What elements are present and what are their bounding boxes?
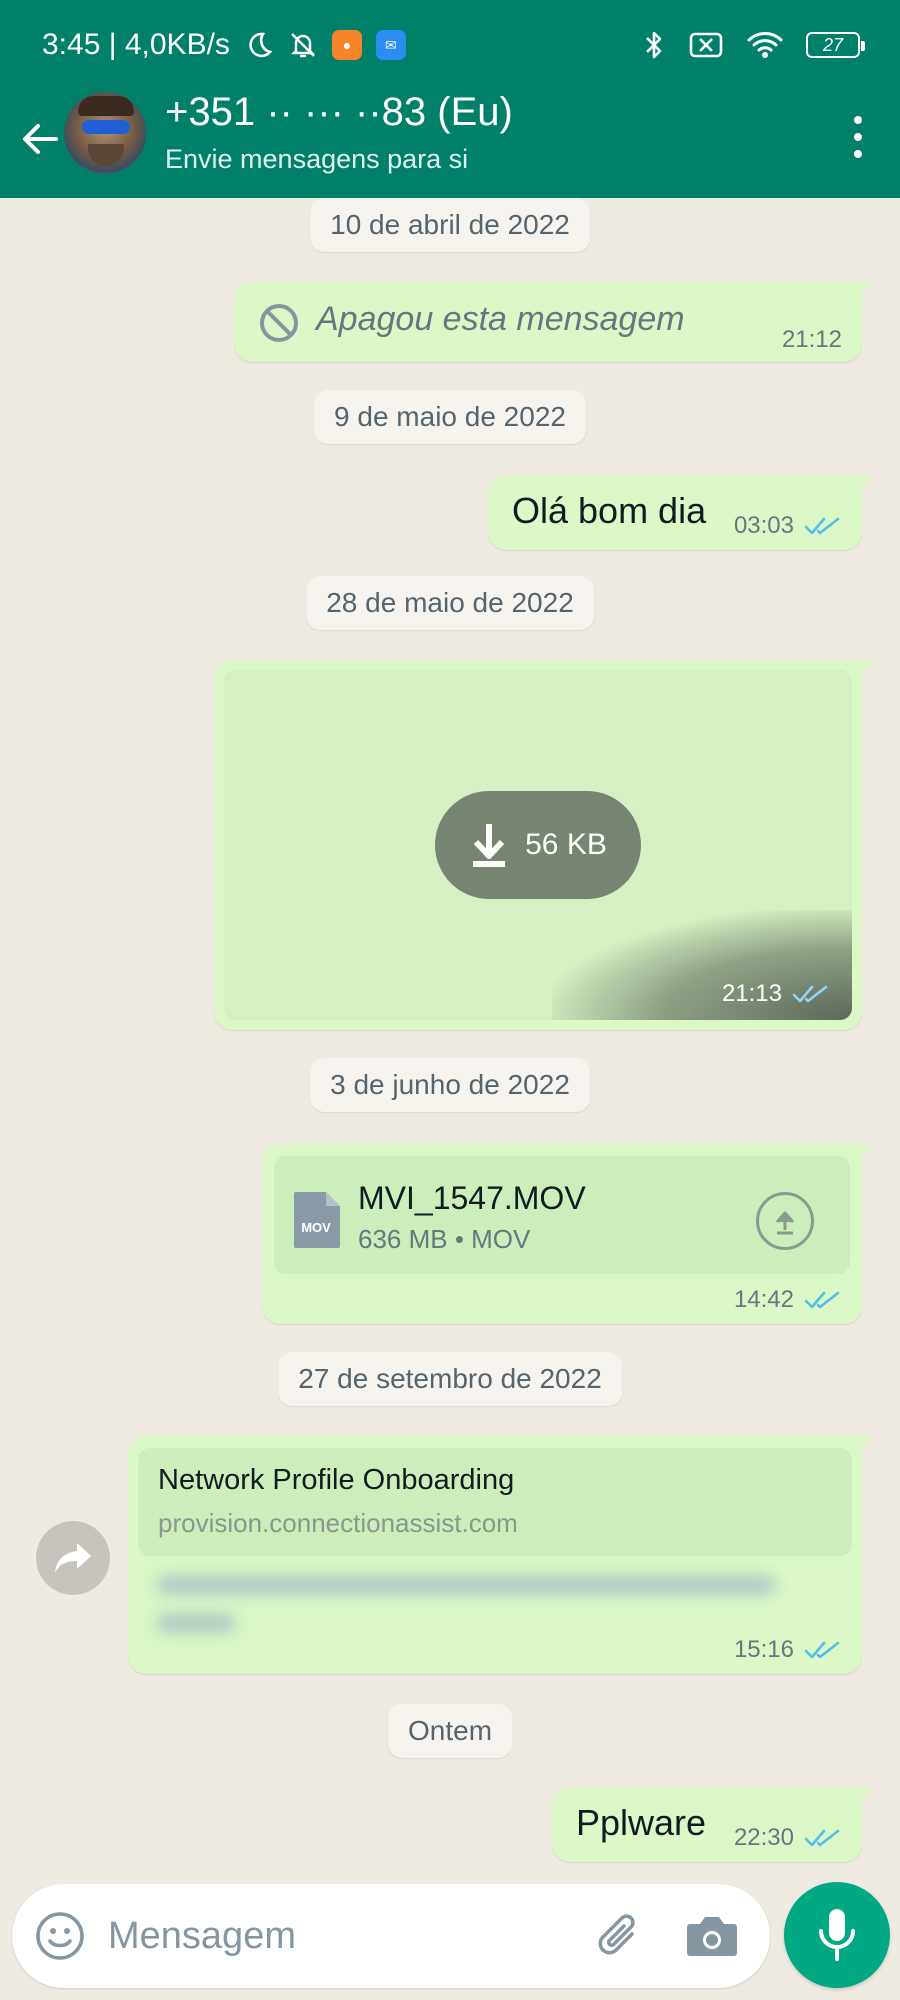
read-ticks-icon: [804, 1641, 840, 1659]
app-notification-icon: ●: [331, 30, 362, 60]
message-text-bubble[interactable]: Pplware 22:30: [552, 1788, 874, 1862]
microphone-icon: [819, 1909, 855, 1961]
moon-icon: [244, 30, 274, 60]
status-time-speed: 3:45 | 4,0KB/s: [42, 28, 230, 61]
message-text: Apagou esta mensagem: [316, 300, 685, 338]
download-button[interactable]: 56 KB: [435, 791, 641, 899]
voice-message-button[interactable]: [784, 1882, 890, 1988]
message-image[interactable]: 56 KB 21:13: [214, 660, 874, 1030]
document-attachment[interactable]: MOV MVI_1547.MOV 636 MB • MOV: [274, 1156, 850, 1274]
wifi-icon: [746, 30, 784, 60]
message-document[interactable]: MOV MVI_1547.MOV 636 MB • MOV 14:42: [262, 1144, 874, 1324]
download-icon: [473, 824, 506, 867]
date-chip: 28 de maio de 2022: [306, 576, 594, 630]
message-time: 03:03: [733, 512, 794, 539]
avatar[interactable]: [64, 92, 146, 174]
contact-name[interactable]: +351 ·· ··· ··83 (Eu): [165, 90, 513, 135]
date-chip: 3 de junho de 2022: [310, 1058, 590, 1112]
image-placeholder[interactable]: 56 KB 21:13: [224, 670, 852, 1020]
link-url: provision.connectionassist.com: [158, 1508, 518, 1538]
forward-button[interactable]: [36, 1521, 110, 1595]
date-chip: Ontem: [387, 1704, 513, 1758]
more-options-button[interactable]: [838, 112, 878, 162]
contact-subtitle: Envie mensagens para si: [165, 144, 469, 174]
forward-icon: [55, 1543, 91, 1573]
bluetooth-icon: [642, 29, 666, 61]
back-button[interactable]: [16, 114, 66, 164]
arrow-left-icon: [23, 124, 58, 154]
document-name: MVI_1547.MOV: [358, 1180, 586, 1216]
message-time: 21:12: [781, 326, 842, 353]
date-chip: 27 de setembro de 2022: [278, 1352, 622, 1406]
sim-off-icon: [688, 31, 724, 59]
message-input[interactable]: [108, 1902, 568, 1970]
message-composer: [12, 1884, 770, 1988]
message-text: Pplware: [576, 1802, 707, 1843]
message-text: Olá bom dia: [512, 490, 707, 531]
camera-button[interactable]: [684, 1910, 740, 1962]
message-deleted[interactable]: Apagou esta mensagem 21:12: [234, 282, 874, 362]
emoji-button[interactable]: [34, 1910, 86, 1962]
app-bar: +351 ·· ··· ··83 (Eu) Envie mensagens pa…: [0, 90, 900, 198]
bell-off-icon: [288, 30, 318, 60]
status-bar: 3:45 | 4,0KB/s ● ✉ 27: [0, 0, 900, 90]
message-text-bubble[interactable]: Olá bom dia 03:03: [488, 476, 874, 550]
emoji-icon: [36, 1912, 84, 1960]
mov-file-icon: MOV: [294, 1192, 340, 1248]
blocked-icon: [260, 304, 298, 342]
upload-icon: [775, 1211, 795, 1235]
message-time: 21:13: [721, 980, 782, 1007]
read-ticks-icon: [804, 517, 840, 535]
document-info: 636 MB • MOV: [358, 1224, 531, 1254]
message-time: 14:42: [733, 1286, 794, 1313]
battery-indicator: 27: [806, 32, 865, 58]
blurred-message-text: [156, 1574, 786, 1654]
attach-button[interactable]: [592, 1908, 648, 1964]
message-link[interactable]: Network Profile Onboarding provision.con…: [128, 1436, 874, 1674]
link-preview[interactable]: Network Profile Onboarding provision.con…: [138, 1448, 852, 1556]
read-ticks-icon: [804, 1829, 840, 1847]
date-chip: 10 de abril de 2022: [310, 198, 590, 252]
camera-icon: [687, 1917, 737, 1956]
message-time: 15:16: [733, 1636, 794, 1663]
paperclip-icon: [598, 1914, 635, 1955]
app-notification-icon: ✉: [375, 30, 406, 60]
read-ticks-icon: [804, 1291, 840, 1309]
download-size: 56 KB: [525, 828, 607, 861]
read-ticks-icon: [792, 985, 828, 1003]
chat-area[interactable]: 10 de abril de 2022 Apagou esta mensagem…: [0, 198, 900, 1880]
message-time: 22:30: [733, 1824, 794, 1851]
link-title: Network Profile Onboarding: [158, 1464, 515, 1496]
file-type-label: MOV: [301, 1220, 331, 1235]
chat-header: 3:45 | 4,0KB/s ● ✉ 27 +351 ·· ··· ··83 (…: [0, 0, 900, 198]
upload-button[interactable]: [756, 1192, 814, 1250]
date-chip: 9 de maio de 2022: [314, 390, 586, 444]
